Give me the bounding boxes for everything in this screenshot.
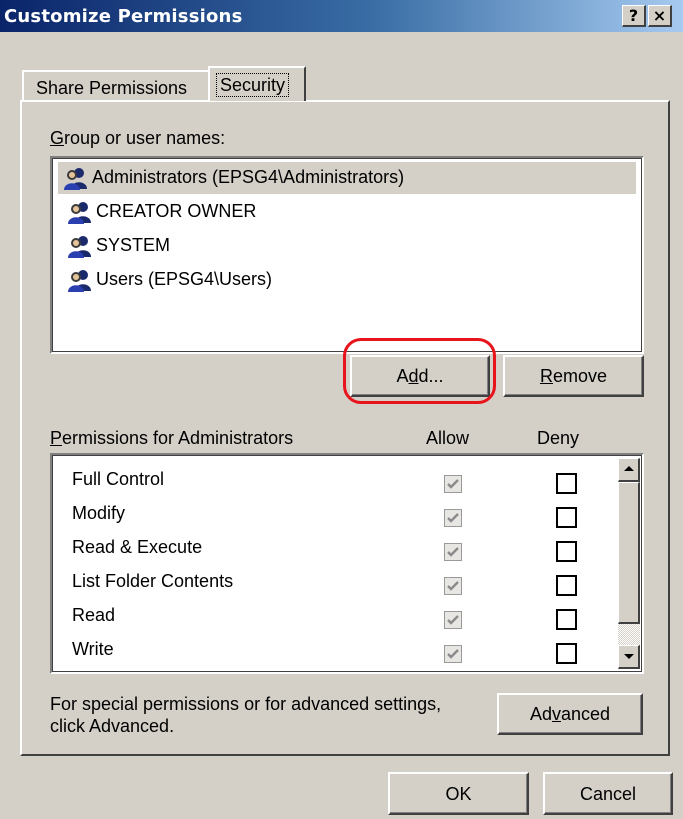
user-name: Administrators (EPSG4\Administrators) bbox=[92, 167, 405, 187]
ok-button[interactable]: OK bbox=[388, 772, 529, 815]
close-button[interactable]: × bbox=[648, 5, 672, 27]
permission-row: List Folder Contents bbox=[72, 571, 233, 604]
cancel-button-label: Cancel bbox=[579, 784, 637, 804]
allow-checkbox[interactable] bbox=[444, 611, 462, 629]
help-button[interactable]: ? bbox=[622, 5, 646, 27]
user-name: CREATOR OWNER bbox=[96, 201, 257, 221]
checkmark-icon bbox=[447, 547, 459, 557]
list-item[interactable]: SYSTEM bbox=[62, 230, 632, 262]
allow-column-header: Allow bbox=[426, 428, 470, 448]
customize-permissions-dialog: Customize Permissions ? × Share Permissi… bbox=[0, 0, 683, 819]
checkmark-icon bbox=[447, 479, 459, 489]
advanced-button[interactable]: Advanced bbox=[497, 693, 643, 735]
scroll-track[interactable] bbox=[618, 624, 640, 645]
deny-checkbox[interactable] bbox=[556, 575, 577, 596]
remove-button-label: Remove bbox=[539, 366, 608, 386]
permission-row: Full Control bbox=[72, 469, 164, 502]
tab-focus-rect: Security bbox=[216, 73, 290, 97]
deny-checkbox[interactable] bbox=[556, 643, 577, 664]
scroll-thumb[interactable] bbox=[618, 482, 640, 624]
permission-row: Write bbox=[72, 639, 114, 672]
scroll-up-button[interactable] bbox=[618, 458, 640, 482]
arrow-down-icon bbox=[624, 654, 634, 659]
allow-checkbox[interactable] bbox=[444, 577, 462, 595]
cancel-button[interactable]: Cancel bbox=[543, 772, 673, 815]
deny-checkbox[interactable] bbox=[556, 609, 577, 630]
deny-checkbox[interactable] bbox=[556, 473, 577, 494]
add-button-label: Add... bbox=[396, 366, 444, 386]
permission-row: Read & Execute bbox=[72, 537, 202, 570]
allow-checkbox[interactable] bbox=[444, 475, 462, 493]
allow-checkbox[interactable] bbox=[444, 645, 462, 663]
user-name: SYSTEM bbox=[96, 235, 171, 255]
permission-name: Full Control bbox=[72, 469, 165, 489]
permission-name: Read & Execute bbox=[72, 537, 203, 557]
users-group-icon bbox=[68, 202, 91, 224]
permission-row: Modify bbox=[72, 503, 125, 536]
permission-name: Write bbox=[72, 639, 114, 659]
allow-checkbox[interactable] bbox=[444, 543, 462, 561]
users-listbox[interactable]: Administrators (EPSG4\Administrators) CR… bbox=[50, 156, 644, 354]
add-button[interactable]: Add... bbox=[350, 355, 490, 397]
checkmark-icon bbox=[447, 513, 459, 523]
allow-checkbox[interactable] bbox=[444, 509, 462, 527]
checkmark-icon bbox=[447, 649, 459, 659]
list-item[interactable]: Users (EPSG4\Users) bbox=[62, 264, 632, 296]
permission-row: Read bbox=[72, 605, 115, 638]
remove-button[interactable]: Remove bbox=[503, 355, 644, 397]
group-user-names-label: Group or user names: bbox=[50, 128, 226, 148]
list-item[interactable]: CREATOR OWNER bbox=[62, 196, 632, 228]
permission-name: Read bbox=[72, 605, 116, 625]
permissions-list[interactable]: Full Control Modify Read & Execute List … bbox=[50, 453, 644, 674]
checkmark-icon bbox=[447, 581, 459, 591]
window-title: Customize Permissions bbox=[4, 6, 243, 27]
permission-name: List Folder Contents bbox=[72, 571, 234, 591]
advanced-hint-line2: click Advanced. bbox=[50, 716, 175, 736]
deny-checkbox[interactable] bbox=[556, 541, 577, 562]
users-group-icon bbox=[64, 168, 87, 190]
tab-security[interactable]: Security bbox=[208, 66, 306, 101]
advanced-button-label: Advanced bbox=[529, 704, 611, 724]
tab-share-permissions[interactable]: Share Permissions bbox=[22, 70, 210, 102]
users-group-icon bbox=[68, 236, 91, 258]
user-name: Users (EPSG4\Users) bbox=[96, 269, 273, 289]
checkmark-icon bbox=[447, 615, 459, 625]
tab-label: Security bbox=[220, 75, 286, 95]
ok-button-label: OK bbox=[445, 784, 472, 804]
tab-label: Share Permissions bbox=[36, 78, 188, 98]
arrow-up-icon bbox=[624, 466, 634, 471]
users-group-icon bbox=[68, 270, 91, 292]
permission-name: Modify bbox=[72, 503, 126, 523]
permissions-scrollbar[interactable] bbox=[618, 458, 640, 669]
scroll-down-button[interactable] bbox=[618, 645, 640, 669]
title-bar[interactable]: Customize Permissions ? × bbox=[0, 0, 683, 32]
advanced-hint-line1: For special permissions or for advanced … bbox=[50, 694, 442, 714]
deny-column-header: Deny bbox=[537, 428, 580, 448]
permissions-for-label: Permissions for Administrators bbox=[50, 428, 294, 448]
deny-checkbox[interactable] bbox=[556, 507, 577, 528]
list-item[interactable]: Administrators (EPSG4\Administrators) bbox=[58, 162, 636, 194]
